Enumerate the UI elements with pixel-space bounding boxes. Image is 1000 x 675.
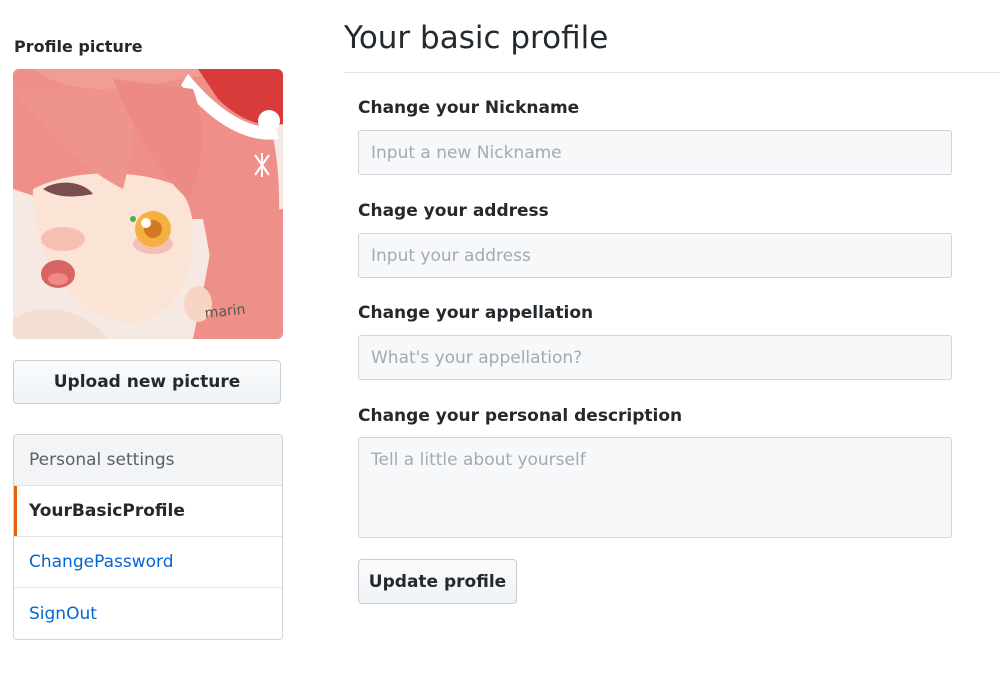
address-label: Chage your address (358, 201, 549, 221)
appellation-label: Change your appellation (358, 303, 594, 323)
profile-settings-page: Profile picture marin Upload new picture… (0, 0, 1000, 675)
description-label: Change your personal description (358, 406, 683, 426)
description-textarea[interactable] (358, 437, 952, 538)
page-title: Your basic profile (344, 20, 609, 56)
update-profile-button[interactable]: Update profile (358, 559, 517, 604)
menu-item-change-password[interactable]: ChangePassword (14, 537, 282, 588)
address-input[interactable] (358, 233, 952, 278)
appellation-input[interactable] (358, 335, 952, 380)
nickname-label: Change your Nickname (358, 98, 580, 118)
profile-picture-heading: Profile picture (14, 37, 143, 56)
upload-picture-button[interactable]: Upload new picture (13, 360, 281, 404)
avatar: marin (13, 69, 283, 339)
title-divider (344, 72, 1000, 73)
settings-menu: Personal settings YourBasicProfile Chang… (13, 434, 283, 640)
menu-item-sign-out[interactable]: SignOut (14, 588, 282, 639)
nickname-input[interactable] (358, 130, 952, 175)
menu-item-your-basic-profile[interactable]: YourBasicProfile (14, 486, 282, 537)
settings-menu-heading: Personal settings (14, 435, 282, 486)
